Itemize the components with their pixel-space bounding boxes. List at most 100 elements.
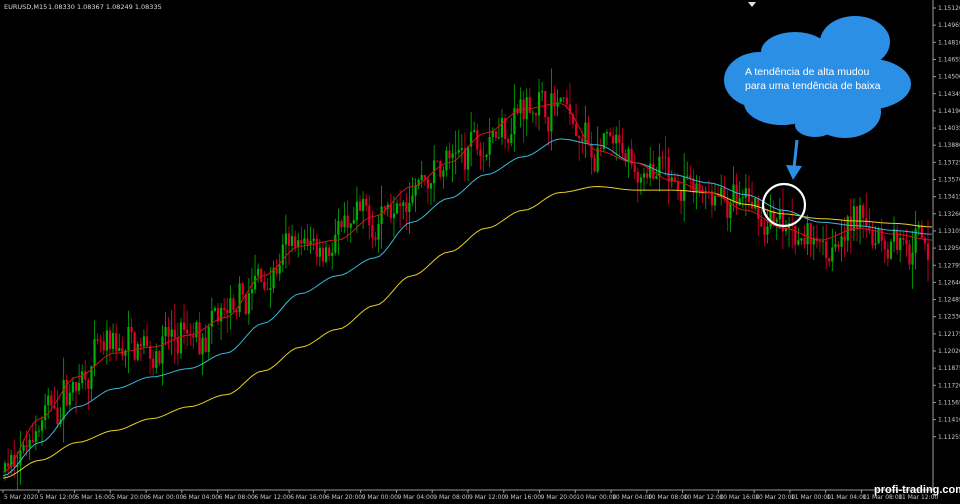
candle-body [763,226,766,235]
candle-body [621,142,624,154]
candle-body [537,92,541,116]
candle-body [874,243,877,245]
candle-body [460,148,463,150]
candle-body [25,445,28,448]
price-tick-label: 1.14810 [938,39,960,46]
price-tick-label: 1.13260 [938,211,960,218]
price-chart[interactable]: EURUSD,M15 1.08330 1.08367 1.08249 1.083… [0,0,960,504]
candle-body [531,112,534,114]
chart-symbol: EURUSD,M15 [4,3,47,11]
candle-body [34,431,37,442]
candle-body [658,156,661,177]
candle-body [294,236,297,248]
candle-body [405,202,408,213]
candle-body [337,220,340,235]
candle-body [155,351,158,368]
candle-body [99,340,102,342]
candle-body [896,229,899,251]
candle-body [349,223,352,228]
candle-body [260,268,263,282]
candle-body [541,91,544,93]
candle-body [612,135,615,144]
candle-body [923,237,927,244]
candle-body [550,93,553,132]
candle-body [355,201,359,221]
candle-body [111,332,115,350]
candle-body [565,97,568,105]
candle-body [179,322,183,354]
price-tick-label: 1.11565 [938,399,960,406]
candle-body [661,156,664,158]
watermark: profi-trading.com [874,484,960,496]
candle-body [28,440,31,448]
time-tick-label: 9 Mar 20:00 [541,494,577,501]
candle-body [676,181,680,191]
candle-body [683,176,686,201]
candle-body [133,332,136,360]
candle-body [105,330,108,351]
candle-body [429,183,433,189]
price-tick-label: 1.12020 [938,348,960,355]
candle-body [840,236,843,247]
candle-body [244,294,247,314]
price-tick-label: 1.14965 [938,22,960,29]
candle-body [68,392,71,406]
candle-body [328,247,331,256]
candle-body [439,161,442,177]
price-tick-label: 1.11255 [938,434,960,441]
candle-body [40,420,44,431]
candle-body [778,209,781,220]
candle-body [198,322,201,355]
price-tick-label: 1.12330 [938,314,960,321]
candle-body [22,445,25,451]
candle-body [108,330,112,350]
candle-body [494,131,497,138]
candle-body [201,337,204,355]
candle-body [102,341,105,351]
candle-body [371,225,374,238]
candle-body [402,202,405,206]
time-tick-label: 5 Mar 12:00 [40,494,76,501]
candle-body [167,327,170,337]
time-tick-label: 10 Mar 16:00 [719,494,759,501]
candle-body [599,147,602,149]
candle-body [142,336,146,347]
candle-body [284,233,288,245]
candle-body [547,117,550,132]
time-tick-label: 6 Mar 04:00 [183,494,219,501]
price-tick-label: 1.14500 [938,74,960,81]
candle-body [315,238,318,257]
candle-body [81,371,84,384]
candle-body [649,163,652,178]
candle-body [707,190,710,192]
candle-body [365,198,368,206]
candle-body [828,258,831,262]
candle-body [380,206,383,224]
price-tick-label: 1.12175 [938,331,960,338]
time-tick-label: 9 Mar 12:00 [469,494,505,501]
candle-body [902,237,905,241]
candle-body [889,241,893,259]
price-tick-label: 1.12640 [938,279,960,286]
candle-body [843,236,846,241]
candle-body [383,206,386,209]
candle-body [346,215,349,228]
candle-body [229,298,232,314]
candle-body [6,463,10,467]
price-tick-label: 1.14655 [938,56,960,63]
candle-body [47,395,50,406]
candle-body [257,268,260,276]
time-tick-label: 6 Mar 16:00 [290,494,326,501]
time-tick-label: 6 Mar 00:00 [147,494,183,501]
candle-body [389,204,392,219]
candle-body [247,293,250,314]
candle-body [587,122,590,144]
candle-body [534,112,538,116]
candle-body [633,164,636,173]
time-tick-label: 6 Mar 12:00 [254,494,290,501]
candle-body [818,241,822,242]
candle-body [266,288,269,290]
candle-body [834,244,837,248]
candle-body [204,337,207,353]
candle-body [343,215,346,228]
